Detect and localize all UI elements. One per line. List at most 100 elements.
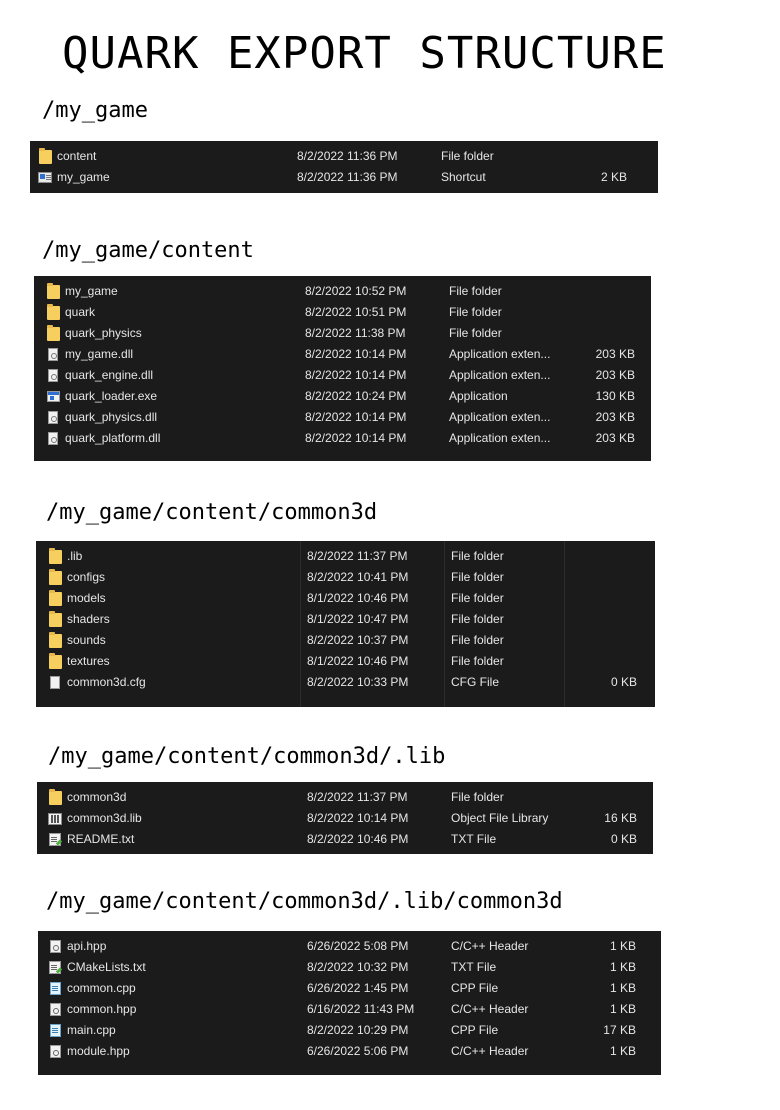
file-type: File folder [449, 326, 502, 340]
file-date-modified: 8/2/2022 10:33 PM [307, 675, 409, 689]
file-name: api.hpp [67, 939, 107, 953]
file-list-panel: content 8/2/2022 11:36 PM File folder my_ga… [30, 141, 658, 193]
file-name: textures [67, 654, 110, 668]
file-type: File folder [451, 633, 504, 647]
file-name: my_game [57, 170, 110, 184]
file-list-panel: api.hpp 6/26/2022 5:08 PM C/C++ Header 1 KB… [38, 931, 661, 1075]
file-size: 130 KB [595, 389, 635, 403]
file-date-modified: 8/2/2022 10:51 PM [305, 305, 407, 319]
dll-icon [48, 411, 58, 424]
file-type: File folder [451, 549, 504, 563]
file-size: 0 KB [610, 675, 637, 689]
folder-icon [47, 567, 63, 588]
file-date-modified: 8/2/2022 11:37 PM [307, 549, 408, 563]
file-name: common3d.cfg [67, 675, 146, 689]
file-row[interactable]: content 8/2/2022 11:36 PM File folder [30, 146, 658, 167]
file-row[interactable]: my_game 8/2/2022 11:36 PM Shortcut 2 KB [30, 167, 658, 188]
file-type: Application exten... [449, 410, 551, 424]
file-type: File folder [441, 149, 494, 163]
file-row[interactable]: common.cpp 6/26/2022 1:45 PM CPP File 1 KB [38, 978, 661, 999]
file-row[interactable]: .lib 8/2/2022 11:37 PM File folder [36, 546, 655, 567]
file-row[interactable]: quark_physics 8/2/2022 11:38 PM File folde… [34, 323, 651, 344]
file-date-modified: 8/2/2022 10:14 PM [305, 347, 407, 361]
folder-icon [47, 630, 63, 651]
file-date-modified: 8/2/2022 10:52 PM [305, 284, 407, 298]
file-row[interactable]: shaders 8/1/2022 10:47 PM File folder [36, 609, 655, 630]
file-type: C/C++ Header [451, 1044, 529, 1058]
text-file-icon [49, 833, 61, 846]
file-size: 17 KB [603, 1023, 636, 1037]
file-size: 1 KB [609, 981, 636, 995]
file-name: quark_engine.dll [65, 368, 154, 382]
file-row[interactable]: models 8/1/2022 10:46 PM File folder [36, 588, 655, 609]
file-row[interactable]: README.txt 8/2/2022 10:46 PM TXT File 0 KB [37, 829, 653, 850]
file-name: CMakeLists.txt [67, 960, 146, 974]
header-file-icon [47, 1041, 63, 1062]
file-size: 203 KB [595, 431, 635, 445]
folder-icon [48, 589, 62, 606]
file-row[interactable]: module.hpp 6/26/2022 5:06 PM C/C++ Header 1… [38, 1041, 661, 1062]
folder-icon [47, 588, 63, 609]
file-name: my_game [65, 284, 118, 298]
file-row[interactable]: CMakeLists.txt 8/2/2022 10:32 PM TXT File 1… [38, 957, 661, 978]
section-path-heading: /my_game/content/common3d [46, 500, 378, 525]
library-icon [47, 808, 63, 829]
folder-icon [46, 324, 60, 341]
file-row[interactable]: quark 8/2/2022 10:51 PM File folder [34, 302, 651, 323]
file-row[interactable]: textures 8/1/2022 10:46 PM File folder [36, 651, 655, 672]
file-list-panel: .lib 8/2/2022 11:37 PM File folder configs 8… [36, 541, 655, 707]
file-type: File folder [451, 591, 504, 605]
file-date-modified: 8/2/2022 11:36 PM [297, 149, 398, 163]
file-type: C/C++ Header [451, 939, 529, 953]
file-list-panel: my_game 8/2/2022 10:52 PM File folder quark… [34, 276, 651, 461]
folder-icon [38, 147, 52, 164]
file-name: sounds [67, 633, 106, 647]
section-path-heading: /my_game/content/common3d/.lib [48, 744, 446, 769]
file-type: File folder [451, 790, 504, 804]
file-name: shaders [67, 612, 110, 626]
file-date-modified: 8/2/2022 10:24 PM [305, 389, 407, 403]
file-row[interactable]: common3d.lib 8/2/2022 10:14 PM Object File… [37, 808, 653, 829]
file-size: 203 KB [595, 347, 635, 361]
file-date-modified: 8/2/2022 10:37 PM [307, 633, 409, 647]
cpp-file-icon [47, 1020, 63, 1041]
folder-icon [48, 610, 62, 627]
file-name: quark_physics.dll [65, 410, 158, 424]
file-type: Shortcut [441, 170, 486, 184]
file-row[interactable]: my_game 8/2/2022 10:52 PM File folder [34, 281, 651, 302]
file-size: 2 KB [600, 170, 627, 184]
folder-icon [47, 609, 63, 630]
file-size: 0 KB [610, 832, 637, 846]
file-row[interactable]: my_game.dll 8/2/2022 10:14 PM Application … [34, 344, 651, 365]
dll-icon [48, 348, 58, 361]
file-type: File folder [451, 570, 504, 584]
file-name: content [57, 149, 97, 163]
file-row[interactable]: configs 8/2/2022 10:41 PM File folder [36, 567, 655, 588]
file-row[interactable]: api.hpp 6/26/2022 5:08 PM C/C++ Header 1 KB [38, 936, 661, 957]
file-row[interactable]: quark_loader.exe 8/2/2022 10:24 PM Applica… [34, 386, 651, 407]
file-name: common3d.lib [67, 811, 142, 825]
file-row[interactable]: sounds 8/2/2022 10:37 PM File folder [36, 630, 655, 651]
file-row[interactable]: quark_engine.dll 8/2/2022 10:14 PM Applica… [34, 365, 651, 386]
file-row[interactable]: main.cpp 8/2/2022 10:29 PM CPP File 17 KB [38, 1020, 661, 1041]
file-name: common3d [67, 790, 127, 804]
header-file-icon [49, 940, 61, 953]
file-date-modified: 8/2/2022 10:41 PM [307, 570, 409, 584]
header-file-icon [49, 1003, 61, 1016]
file-date-modified: 8/1/2022 10:46 PM [307, 654, 409, 668]
file-row[interactable]: quark_physics.dll 8/2/2022 10:14 PM Applic… [34, 407, 651, 428]
file-name: main.cpp [67, 1023, 116, 1037]
file-type: TXT File [451, 832, 497, 846]
file-name: quark_platform.dll [65, 431, 161, 445]
file-row[interactable]: quark_platform.dll 8/2/2022 10:14 PM Appli… [34, 428, 651, 449]
file-row[interactable]: common3d 8/2/2022 11:37 PM File folder [37, 787, 653, 808]
file-type: Object File Library [451, 811, 549, 825]
file-size: 16 KB [604, 811, 637, 825]
dll-icon [45, 344, 61, 365]
folder-icon [48, 631, 62, 648]
file-row[interactable]: common.hpp 6/16/2022 11:43 PM C/C++ Header… [38, 999, 661, 1020]
header-file-icon [47, 936, 63, 957]
file-row[interactable]: common3d.cfg 8/2/2022 10:33 PM CFG File 0 K… [36, 672, 655, 693]
header-file-icon [49, 1045, 61, 1058]
file-type: CFG File [451, 675, 499, 689]
